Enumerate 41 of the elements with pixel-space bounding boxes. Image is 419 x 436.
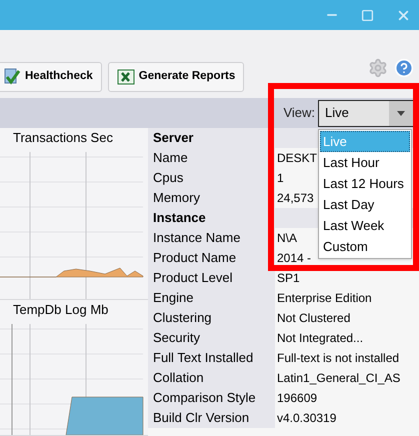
property-value: DESKT xyxy=(276,150,318,167)
checklist-icon xyxy=(3,68,21,86)
property-label: Security xyxy=(148,328,275,348)
property-value: Not Integrated... xyxy=(276,330,364,347)
property-label: Engine xyxy=(148,288,275,308)
chart-title: TempDb Log Mb xyxy=(12,301,110,319)
property-value: SP1 xyxy=(276,270,300,287)
property-label: Memory xyxy=(148,188,275,208)
maximize-icon[interactable] xyxy=(361,8,374,22)
property-label: Cpus xyxy=(148,168,275,188)
property-label: Comparison Style xyxy=(148,388,275,408)
property-value: 2014 - xyxy=(276,250,312,267)
property-value: 24,573 xyxy=(276,190,314,207)
property-value: Latin1_General_CI_AS xyxy=(276,370,400,387)
property-label: Name xyxy=(148,148,275,168)
help-icon[interactable] xyxy=(394,58,414,78)
property-value: Full-text is not installed xyxy=(276,350,400,367)
toolbar-button[interactable]: Healthcheck xyxy=(0,62,102,92)
view-dropdown[interactable]: Live xyxy=(318,100,414,126)
property-value: Enterprise Edition xyxy=(276,290,372,307)
property-label: Collation xyxy=(148,368,275,388)
property-label: Full Text Installed xyxy=(148,348,275,368)
dropdown-option[interactable]: Last 12 Hours xyxy=(320,173,410,194)
property-value: Not Clustered xyxy=(276,310,350,327)
property-label: Product Level xyxy=(148,268,275,288)
dropdown-option[interactable]: Custom xyxy=(320,236,410,257)
property-label: Clustering xyxy=(148,308,275,328)
property-label: Product Name xyxy=(148,248,275,268)
property-value: v4.0.30319 xyxy=(276,410,336,427)
dropdown-option[interactable]: Last Hour xyxy=(320,152,410,173)
property-label: Instance Name xyxy=(148,228,275,248)
toolbar-button[interactable]: Generate Reports xyxy=(108,62,244,92)
property-label: Build Clr Version xyxy=(148,408,275,428)
caret-icon xyxy=(397,110,405,116)
spreadsheet-icon xyxy=(116,69,135,85)
chart-title: Transactions Sec xyxy=(12,129,114,147)
property-value: 196609 xyxy=(276,390,318,407)
property-value: N\A xyxy=(276,230,298,247)
view-label: View: xyxy=(283,104,315,122)
property-value: 1 xyxy=(276,170,284,187)
settings-icon[interactable] xyxy=(368,58,388,78)
